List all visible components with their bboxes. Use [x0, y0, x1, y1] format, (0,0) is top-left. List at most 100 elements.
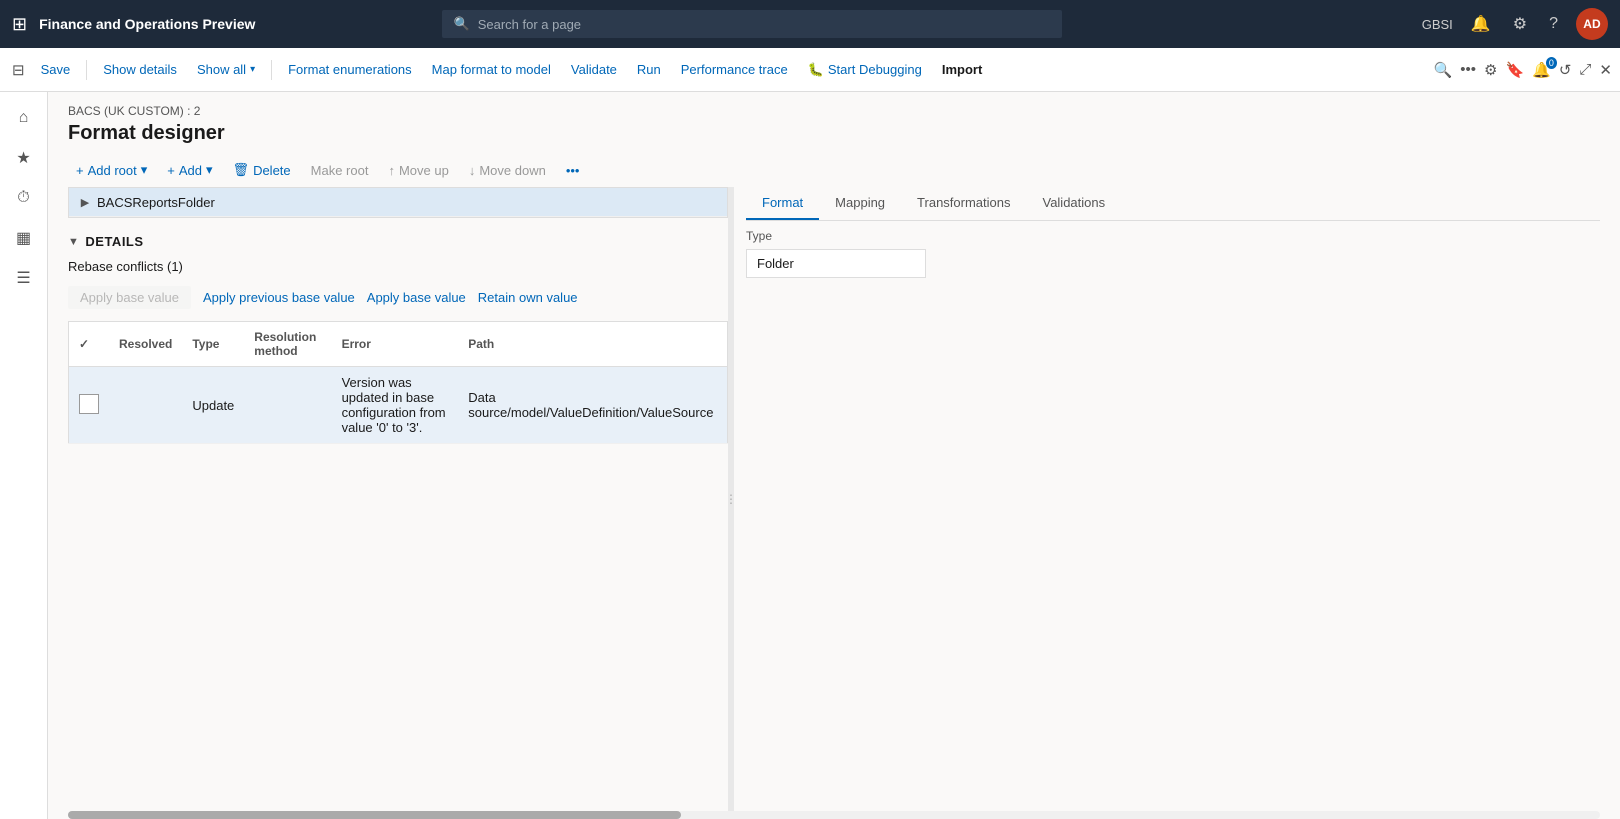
save-button[interactable]: Save [33, 56, 79, 83]
move-up-label: Move up [399, 163, 449, 178]
action-buttons: Apply base value Apply previous base val… [68, 286, 728, 309]
apply-previous-base-value-button[interactable]: Apply previous base value [203, 288, 355, 307]
search-icon: 🔍 [454, 16, 470, 32]
show-all-dropdown-icon: ▾ [250, 64, 255, 75]
th-type: Type [182, 322, 244, 367]
row-checkbox[interactable] [79, 394, 99, 414]
user-avatar[interactable]: AD [1576, 8, 1608, 40]
add-root-dropdown-icon: ▾ [141, 162, 148, 178]
type-label: Type [746, 229, 1600, 243]
tab-validations[interactable]: Validations [1026, 187, 1121, 220]
sidebar-workspaces-icon[interactable]: ▦ [6, 220, 42, 256]
page-title: Format designer [68, 122, 1600, 145]
apply-base-value-button[interactable]: Apply base value [367, 288, 466, 307]
notification2-icon[interactable]: 🔔0 [1532, 61, 1551, 79]
filter-icon[interactable]: ⊟ [8, 57, 29, 83]
sidebar-favorites-icon[interactable]: ★ [6, 140, 42, 176]
show-all-label: Show all [197, 62, 246, 77]
tree-item-label: BACSReportsFolder [97, 195, 215, 210]
popout-icon[interactable]: ⤢ [1579, 61, 1591, 78]
grid-icon[interactable]: ⊞ [12, 14, 27, 35]
main-content: BACS (UK CUSTOM) : 2 Format designer + A… [48, 92, 1620, 819]
row-type-cell: Update [182, 367, 244, 444]
show-details-button[interactable]: Show details [95, 56, 185, 83]
retain-own-value-button[interactable]: Retain own value [478, 288, 578, 307]
th-check: ✓ [69, 322, 110, 367]
conflicts-section: Rebase conflicts (1) Apply base value Ap… [68, 259, 728, 444]
bookmark-icon[interactable]: 🔖 [1505, 61, 1524, 79]
top-navigation: ⊞ Finance and Operations Preview 🔍 Searc… [0, 0, 1620, 48]
sidebar-home-icon[interactable]: ⌂ [6, 100, 42, 136]
show-all-button[interactable]: Show all ▾ [189, 56, 263, 83]
tab-transformations[interactable]: Transformations [901, 187, 1026, 220]
sidebar-recent-icon[interactable]: ⏱ [6, 180, 42, 216]
start-debugging-label: Start Debugging [828, 62, 922, 77]
row-path-cell: Data source/model/ValueDefinition/ValueS… [458, 367, 727, 444]
move-down-button[interactable]: ↓ Move down [461, 158, 554, 183]
add-root-plus-icon: + [76, 163, 84, 178]
tree-expand-icon: ▶ [77, 194, 93, 210]
sidebar-list-icon[interactable]: ☰ [6, 260, 42, 296]
search-bar[interactable]: 🔍 Search for a page [442, 10, 1062, 38]
make-root-button[interactable]: Make root [303, 158, 377, 183]
th-resolved: Resolved [109, 322, 182, 367]
tab-format[interactable]: Format [746, 187, 819, 220]
add-root-label: Add root [88, 163, 137, 178]
row-error-cell: Version was updated in base configuratio… [332, 367, 459, 444]
apply-base-value-ghost-button[interactable]: Apply base value [68, 286, 191, 309]
page-header: BACS (UK CUSTOM) : 2 Format designer [48, 92, 1620, 153]
performance-trace-button[interactable]: Performance trace [673, 56, 796, 83]
map-format-button[interactable]: Map format to model [424, 56, 559, 83]
refresh-icon[interactable]: ↺ [1559, 61, 1572, 79]
tree-panel: ▶ BACSReportsFolder ▼ DETAILS Rebase con… [68, 187, 728, 811]
more-options-icon[interactable]: ••• [1460, 61, 1476, 78]
main-layout: ⌂ ★ ⏱ ▦ ☰ BACS (UK CUSTOM) : 2 Format de… [0, 92, 1620, 819]
add-root-button[interactable]: + Add root ▾ [68, 157, 155, 183]
check-all-icon[interactable]: ✓ [79, 337, 89, 351]
notifications-icon[interactable]: 🔔 [1467, 10, 1495, 38]
th-error: Error [332, 322, 459, 367]
details-collapse-icon[interactable]: ▼ [68, 236, 79, 248]
bottom-scrollbar[interactable] [68, 811, 1600, 819]
row-check-cell[interactable] [69, 367, 110, 444]
tree-item-bacsreportsfolder[interactable]: ▶ BACSReportsFolder [69, 188, 727, 217]
right-panel: Format Mapping Transformations Validatio… [734, 187, 1600, 811]
start-debugging-button[interactable]: 🐛 Start Debugging [800, 56, 930, 84]
th-resolution-method: Resolution method [244, 322, 331, 367]
breadcrumb: BACS (UK CUSTOM) : 2 [68, 104, 1600, 118]
help-icon[interactable]: ? [1545, 11, 1562, 37]
more-actions-button[interactable]: ••• [558, 158, 588, 183]
tab-mapping[interactable]: Mapping [819, 187, 901, 220]
move-down-arrow-icon: ↓ [469, 163, 476, 178]
type-value: Folder [746, 249, 926, 278]
settings2-icon[interactable]: ⚙ [1484, 61, 1497, 79]
debug-icon: 🐛 [808, 62, 824, 78]
make-root-label: Make root [311, 163, 369, 178]
app-title: Finance and Operations Preview [39, 16, 255, 32]
validate-button[interactable]: Validate [563, 56, 625, 83]
add-label: Add [179, 163, 202, 178]
add-plus-icon: + [167, 163, 175, 178]
scrollbar-thumb[interactable] [68, 811, 681, 819]
add-dropdown-icon: ▾ [206, 162, 213, 178]
type-section: Type Folder [746, 229, 1600, 278]
tree-container: ▶ BACSReportsFolder [68, 187, 728, 218]
move-up-button[interactable]: ↑ Move up [380, 158, 456, 183]
format-toolbar: + Add root ▾ + Add ▾ 🗑 Delete Make root … [48, 153, 1620, 187]
settings-icon[interactable]: ⚙ [1509, 10, 1531, 38]
table-row[interactable]: Update Version was updated in base confi… [69, 367, 728, 444]
import-button[interactable]: Import [934, 56, 990, 83]
conflicts-title: Rebase conflicts (1) [68, 259, 728, 274]
details-header: ▼ DETAILS [68, 234, 728, 249]
delete-icon: 🗑 [233, 162, 250, 178]
move-up-arrow-icon: ↑ [388, 163, 395, 178]
details-section: ▼ DETAILS Rebase conflicts (1) Apply bas… [68, 234, 728, 444]
delete-button[interactable]: 🗑 Delete [225, 157, 299, 183]
close-icon[interactable]: ✕ [1599, 61, 1612, 79]
secondary-toolbar: ⊟ Save Show details Show all ▾ Format en… [0, 48, 1620, 92]
run-button[interactable]: Run [629, 56, 669, 83]
search-toolbar-icon[interactable]: 🔍 [1434, 61, 1453, 79]
row-resolution-method-cell [244, 367, 331, 444]
add-button[interactable]: + Add ▾ [159, 157, 220, 183]
format-enumerations-button[interactable]: Format enumerations [280, 56, 420, 83]
